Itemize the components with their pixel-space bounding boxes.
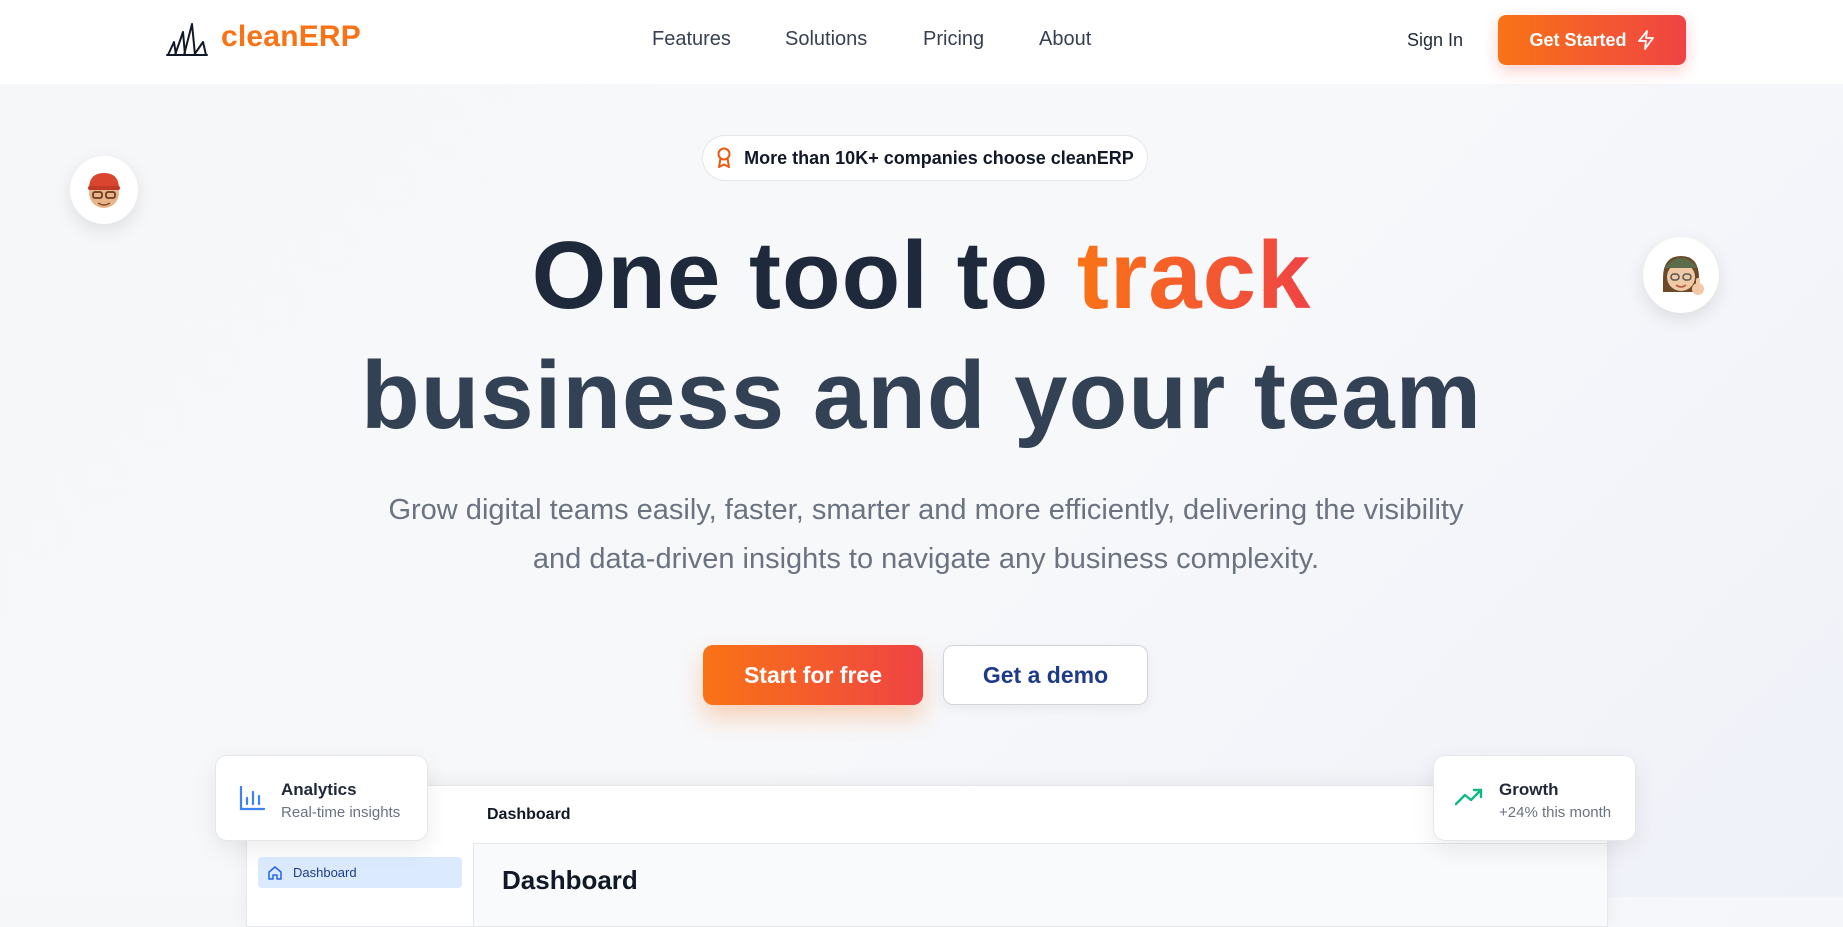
avatar-man [70,156,138,224]
sails-logo-icon[interactable] [166,22,208,58]
sign-in-link[interactable]: Sign In [1407,30,1463,51]
dashboard-heading: Dashboard [502,865,638,895]
nav-solutions[interactable]: Solutions [785,28,867,51]
get-started-button[interactable]: Get Started [1498,15,1686,65]
dashboard-breadcrumb: Dashboard [487,806,571,823]
analytics-card: Analytics Real-time insights [215,755,428,841]
get-started-label: Get Started [1529,29,1627,50]
nav-about[interactable]: About [1039,28,1091,51]
memoji-man-icon [88,173,120,208]
badge-text: More than 10K+ companies choose cleanERP [744,147,1134,168]
growth-card: Growth +24% this month [1433,755,1636,841]
get-a-demo-button[interactable]: Get a demo [943,645,1148,705]
lightning-icon [1637,30,1654,50]
growth-subtitle: +24% this month [1499,804,1612,821]
growth-title: Growth [1499,780,1559,799]
bar-chart-icon [239,785,266,811]
nav-pricing[interactable]: Pricing [923,28,984,51]
nav-features[interactable]: Features [652,28,731,51]
headline-accent: track [1076,222,1312,329]
award-ribbon-icon [717,147,731,168]
hero-headline-line1: One tool to track [0,228,1843,324]
analytics-subtitle: Real-time insights [281,804,401,821]
analytics-title: Analytics [281,780,357,799]
sidebar-item-dashboard[interactable]: Dashboard [258,857,462,888]
social-proof-badge: More than 10K+ companies choose cleanERP [702,135,1148,181]
hero-subtitle: Grow digital teams easily, faster, smart… [388,494,1464,575]
headline-part1: One tool to [531,222,1077,329]
start-for-free-button[interactable]: Start for free [703,645,923,705]
dashboard-preview: Dashboard Dashboard Dashboard [246,785,1608,927]
home-icon [268,865,282,880]
site-header: cleanERP Features Solutions Pricing Abou… [0,0,1843,84]
brand-name[interactable]: cleanERP [221,20,361,54]
sidebar-item-label: Dashboard [293,865,357,880]
hero-headline-line2: business and your team [361,342,1482,449]
trending-up-icon [1454,788,1483,806]
